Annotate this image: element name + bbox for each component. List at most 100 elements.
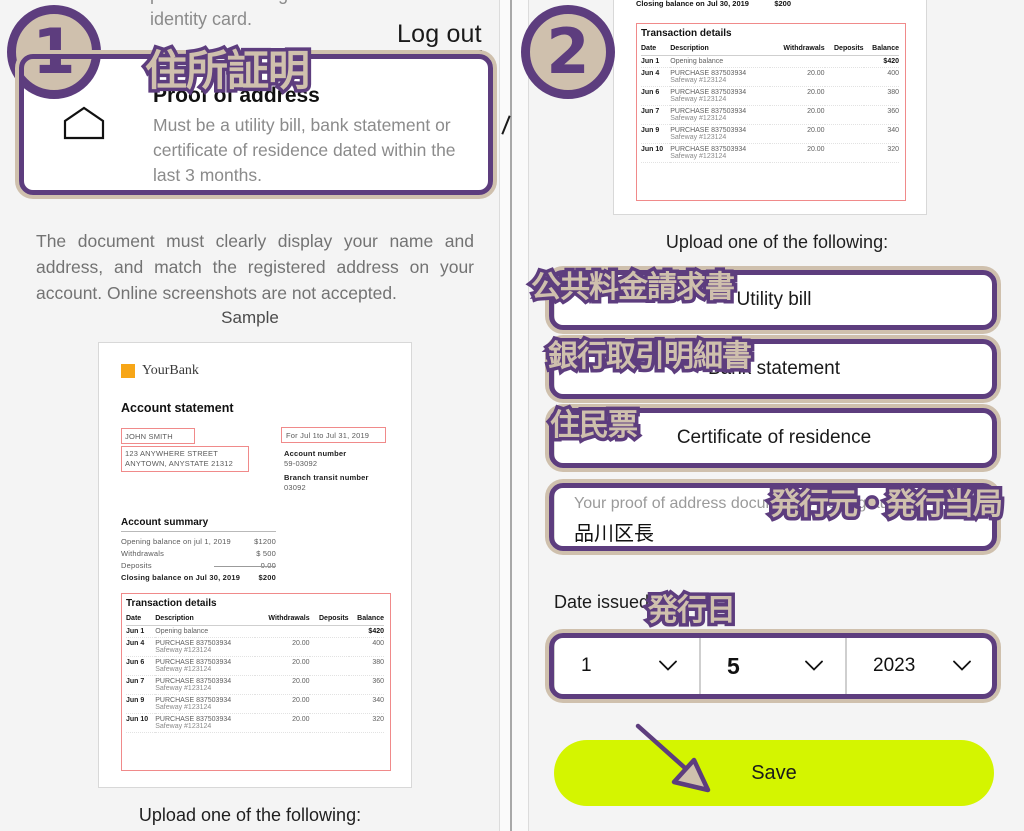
txn-date: Jun 1 <box>126 625 156 638</box>
transaction-details-table: Date Description Withdrawals Deposits Balanc… <box>126 613 384 733</box>
txn-deposits <box>309 625 349 638</box>
screenshot-root: photocard driving licence or national id… <box>0 0 1024 831</box>
txn-description: Opening balance <box>155 625 256 638</box>
txn-date: Jun 9 <box>641 124 671 144</box>
sample-caption: Sample <box>221 308 279 327</box>
txn-row: Jun 6 PURCHASE 837503934 Safeway #123124 20… <box>641 86 899 106</box>
txn-date: Jun 10 <box>641 143 671 163</box>
option-certificate-of-residence-label: Certificate of residence <box>676 427 872 448</box>
sample-statement-image-scrolled: Closing balance on Jul 30, 2019 $200 Tra… <box>613 0 927 215</box>
txn-description-sub: Safeway #123124 <box>670 96 727 103</box>
statement-period: For Jul 1to Jul 31, 2019 <box>286 431 370 440</box>
txn-date: Jun 4 <box>126 637 156 657</box>
bank-logo-swatch-icon <box>121 364 135 378</box>
txn-row: Jun 4 PURCHASE 837503934 Safeway #123124 20… <box>641 67 899 87</box>
logout-link-left[interactable]: Log out <box>397 20 482 52</box>
txn-withdrawals: 20.00 <box>770 143 825 163</box>
option-certificate-of-residence[interactable]: Certificate of residence <box>554 412 994 464</box>
txn-row: Jun 10 PURCHASE 837503934 Safeway #123124 2… <box>126 713 384 733</box>
date-issued-selects: 1 5 2023 <box>554 637 994 695</box>
txn-description: PURCHASE 837503934 Safeway #123124 <box>670 67 771 87</box>
txn-description-sub: Safeway #123124 <box>155 666 212 673</box>
option-bank-statement-label: Bank statement <box>707 358 841 379</box>
txn-description-sub: Safeway #123124 <box>670 77 727 84</box>
chevron-down-icon <box>953 660 971 671</box>
save-button[interactable]: Save <box>554 740 994 806</box>
txn-row: Jun 1 Opening balance $420 <box>641 55 899 68</box>
txn-description-sub: Safeway #123124 <box>155 647 212 654</box>
txn-balance: 360 <box>348 675 384 695</box>
document-requirements-text: The document must clearly display your n… <box>36 231 474 303</box>
txn-date: Jun 6 <box>126 656 156 676</box>
address-line-2: ANYTOWN, ANYSTATE 21312 <box>125 459 233 468</box>
summary-row-value: $1200 <box>254 537 276 546</box>
statement-title: Account statement <box>121 401 234 415</box>
date-month-select[interactable]: 5 <box>700 637 846 695</box>
option-bank-statement[interactable]: Bank statement <box>554 343 994 395</box>
txn-deposits <box>824 143 864 163</box>
txn-column-header: Date <box>126 613 156 626</box>
txn-date: Jun 7 <box>126 675 156 695</box>
txn-balance: 380 <box>863 86 899 106</box>
txn-balance: $420 <box>863 55 899 68</box>
txn-row: Jun 4 PURCHASE 837503934 Safeway #123124 20… <box>126 637 384 657</box>
txn-description: Opening balance <box>670 55 771 68</box>
txn-date: Jun 4 <box>641 67 671 87</box>
txn-withdrawals: 20.00 <box>255 694 310 714</box>
txn-row: Jun 7 PURCHASE 837503934 Safeway #123124 20… <box>126 675 384 695</box>
txn-withdrawals: 20.00 <box>255 675 310 695</box>
txn-description: PURCHASE 837503934 Safeway #123124 <box>670 105 771 125</box>
txn-description-sub: Safeway #123124 <box>670 115 727 122</box>
txn-column-header: Withdrawals <box>770 43 825 56</box>
txn-row: Jun 9 PURCHASE 837503934 Safeway #123124 20… <box>641 124 899 144</box>
txn-deposits <box>309 637 349 657</box>
statement-customer-address: 123 ANYWHERE STREET ANYTOWN, ANYSTATE 21… <box>125 449 233 469</box>
summary-row-label: Closing balance on Jul 30, 2019 <box>121 573 241 582</box>
date-day-value: 1 <box>581 655 592 676</box>
date-year-select[interactable]: 2023 <box>846 637 994 695</box>
txn-balance: 320 <box>863 143 899 163</box>
closing-balance-label: Closing balance on Jul 30, 2019 <box>636 0 749 8</box>
txn-deposits <box>824 86 864 106</box>
txn-date: Jun 6 <box>641 86 671 106</box>
txn-withdrawals: 20.00 <box>770 67 825 87</box>
txn-description-sub: Safeway #123124 <box>670 153 727 160</box>
txn-deposits <box>824 55 864 68</box>
left-screen-panel: photocard driving licence or national id… <box>0 0 500 831</box>
date-year-value: 2023 <box>873 655 916 676</box>
summary-total-divider <box>214 566 276 567</box>
txn-date: Jun 7 <box>641 105 671 125</box>
proof-of-address-card[interactable]: Proof of address Must be a utility bill,… <box>22 57 490 192</box>
option-utility-bill[interactable]: Utility bill <box>554 274 994 326</box>
txn-date: Jun 9 <box>126 694 156 714</box>
bank-logo-row: YourBank <box>121 363 199 379</box>
txn-withdrawals: 20.00 <box>255 713 310 733</box>
txn-balance: 400 <box>863 67 899 87</box>
proof-of-address-title: Proof of address <box>153 84 320 107</box>
txn-description-sub: Safeway #123124 <box>155 704 212 711</box>
transaction-details-table-2: Date Description Withdrawals Deposits Balanc… <box>641 43 899 163</box>
txn-description: PURCHASE 837503934 Safeway #123124 <box>155 675 256 695</box>
summary-divider <box>121 531 276 532</box>
txn-row: Jun 10 PURCHASE 837503934 Safeway #123124 2… <box>641 143 899 163</box>
panel-divider <box>510 0 512 831</box>
date-issued-label: Date issued <box>554 592 650 612</box>
option-utility-bill-label: Utility bill <box>736 289 812 310</box>
issuing-authority-field-wrap[interactable]: Your proof of address document's issuing… <box>554 487 994 547</box>
txn-balance: $420 <box>348 625 384 638</box>
txn-balance: 340 <box>863 124 899 144</box>
txn-withdrawals: 20.00 <box>770 86 825 106</box>
txn-column-header: Balance <box>863 43 899 56</box>
txn-column-header: Description <box>155 613 256 626</box>
home-icon <box>63 106 105 140</box>
txn-deposits <box>824 124 864 144</box>
chevron-down-icon <box>659 660 677 671</box>
txn-row: Jun 6 PURCHASE 837503934 Safeway #123124 20… <box>126 656 384 676</box>
txn-deposits <box>309 694 349 714</box>
txn-deposits <box>309 675 349 695</box>
txn-description-sub: Safeway #123124 <box>670 134 727 141</box>
date-day-select[interactable]: 1 <box>554 637 700 695</box>
txn-description: PURCHASE 837503934 Safeway #123124 <box>155 656 256 676</box>
txn-column-header: Deposits <box>824 43 864 56</box>
account-number-value: 59-03092 <box>284 459 318 468</box>
